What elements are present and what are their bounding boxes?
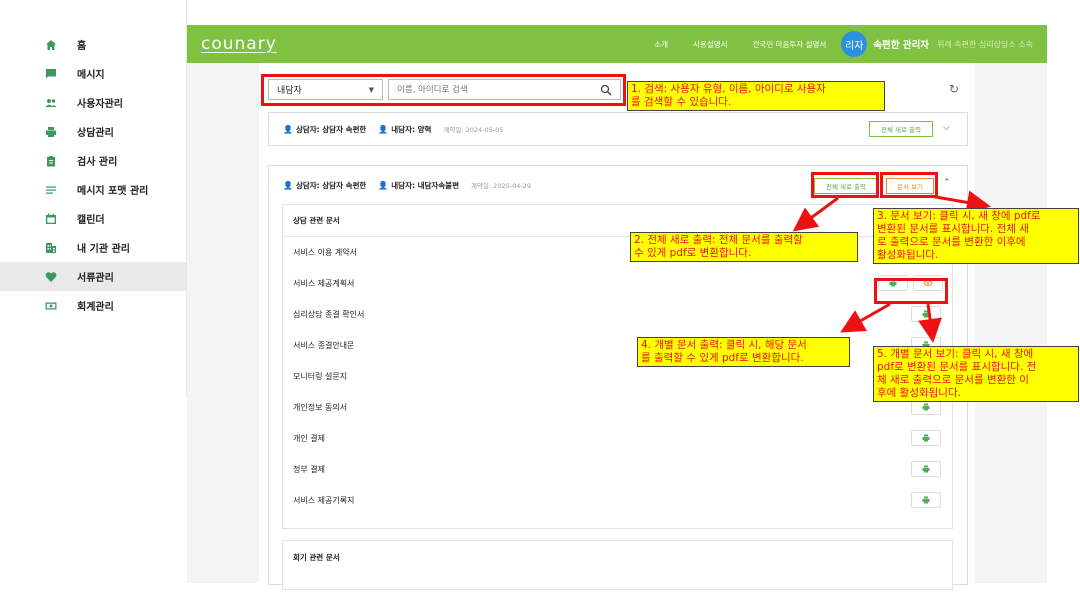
- document-name: 서비스 종결안내문: [293, 341, 355, 350]
- admin-name: 속편한 관리자: [873, 40, 930, 51]
- sidebar-item-tests[interactable]: 검사 관리: [0, 146, 186, 175]
- print-all-button[interactable]: 전체 새로 출력: [869, 121, 933, 137]
- contract-card-1: 👤 상담자: 상담자 속편한 👤 내담자: 양혁 계약일: 2024-05-05 전…: [268, 112, 968, 146]
- document-row: 개인정보 동의서: [283, 392, 952, 423]
- counselor-label: 👤 상담자: 상담자 속편한: [283, 180, 366, 191]
- document-row: 서비스 제공기록지: [283, 485, 952, 516]
- client-label: 👤 내담자: 양혁: [378, 124, 431, 135]
- person-icon: 👤: [378, 124, 389, 134]
- sidebar-item-message[interactable]: 메시지: [0, 59, 186, 88]
- avatar[interactable]: 리자: [841, 31, 868, 57]
- sidebar-item-label: 홈: [77, 41, 87, 52]
- sidebar-item-accounting[interactable]: 회계관리: [0, 291, 186, 320]
- session-documents-section: 회기 관련 문서: [282, 540, 953, 590]
- home-icon: [44, 38, 58, 52]
- document-row: 모니터링 설문지: [283, 361, 952, 392]
- sidebar-item-label: 사용자관리: [77, 99, 123, 110]
- highlight-print-all: [811, 172, 879, 198]
- sidebar-item-message-format[interactable]: 메시지 포맷 관리: [0, 175, 186, 204]
- chevron-down-icon[interactable]: ⌵: [943, 123, 950, 133]
- document-name: 심리상담 종결 확인서: [293, 310, 365, 319]
- clipboard-icon: [44, 154, 58, 168]
- document-row: 정부 결제: [283, 454, 952, 485]
- document-name: 서비스 제공기록지: [293, 496, 355, 505]
- document-row: 개인 결제: [283, 423, 952, 454]
- sidebar-item-label: 검사 관리: [77, 157, 118, 168]
- counselor-name: 상담자: 상담자 속편한: [295, 124, 367, 134]
- document-list: 서비스 이용 계약서서비스 제공계획서심리상담 종결 확인서서비스 종결안내문모…: [283, 237, 952, 516]
- sidebar-item-home[interactable]: 홈: [0, 30, 186, 59]
- document-row: 서비스 종결안내문: [283, 330, 952, 361]
- sidebar-item-label: 내 기관 관리: [77, 244, 130, 255]
- sidebar-item-label: 메시지 포맷 관리: [77, 186, 149, 197]
- document-name: 서비스 제공계획서: [293, 279, 355, 288]
- highlight-view-docs: [880, 172, 938, 198]
- sidebar-item-label: 서류관리: [77, 273, 114, 284]
- building-icon: [44, 241, 58, 255]
- document-name: 모니터링 설문지: [293, 372, 348, 381]
- money-icon: [44, 299, 58, 313]
- nav-link-manual[interactable]: 사용설명서: [693, 39, 728, 50]
- client-label: 👤 내담자: 내담자속불편: [378, 180, 459, 191]
- message-icon: [44, 67, 58, 81]
- list-icon: [44, 183, 58, 197]
- admin-org: 위례 속편한 심리상담소 소속: [937, 39, 1033, 49]
- sidebar-item-counseling[interactable]: 상담관리: [0, 117, 186, 146]
- calendar-icon: [44, 212, 58, 226]
- document-name: 정부 결제: [293, 465, 325, 474]
- top-header: counary 소개 사용설명서 전국민 마음투자 설명서 리자 속편한 관리자…: [187, 25, 1047, 63]
- chevron-up-icon[interactable]: ⌃: [943, 178, 951, 188]
- nav-link-mind-investment-guide[interactable]: 전국민 마음투자 설명서: [753, 39, 827, 50]
- document-name: 개인정보 동의서: [293, 403, 348, 412]
- highlight-search-area: [261, 74, 626, 106]
- document-print-button[interactable]: [911, 492, 941, 508]
- card-header[interactable]: 👤 상담자: 상담자 속편한 👤 내담자: 양혁 계약일: 2024-05-05 전…: [269, 113, 967, 145]
- top-nav: 소개 사용설명서 전국민 마음투자 설명서 리자 속편한 관리자 위례 속편한 …: [654, 25, 1047, 63]
- client-name: 내담자: 양혁: [391, 124, 432, 134]
- sidebar-item-label: 캘린더: [77, 215, 105, 226]
- print-icon: [44, 125, 58, 139]
- contract-date: 계약일: 2025-04-29: [470, 182, 531, 190]
- client-name: 내담자: 내담자속불편: [391, 180, 459, 190]
- annotation-view-docs: 3. 문서 보기: 클릭 시, 새 창에 pdf로 변환된 문서를 표시합니다.…: [873, 208, 1079, 264]
- sidebar: 홈 메시지 사용자관리 상담관리 검사 관리 메시지 포맷 관리 캘린더 내 기…: [0, 0, 187, 398]
- users-icon: [44, 96, 58, 110]
- sidebar-item-label: 상담관리: [77, 128, 114, 139]
- sidebar-item-calendar[interactable]: 캘린더: [0, 204, 186, 233]
- sidebar-item-label: 회계관리: [77, 302, 114, 313]
- sidebar-item-documents[interactable]: 서류관리: [0, 262, 186, 291]
- document-name: 개인 결제: [293, 434, 325, 443]
- sidebar-item-label: 메시지: [77, 70, 105, 81]
- annotation-row-view: 5. 개별 문서 보기: 클릭 시, 새 창에 pdf로 변환된 문서를 표시합…: [873, 346, 1079, 402]
- annotation-search: 1. 검색: 사용자 유형, 이름, 아이디로 사용자 를 검색할 수 있습니다…: [627, 81, 885, 111]
- counselor-label: 👤 상담자: 상담자 속편한: [283, 124, 366, 135]
- counselor-name: 상담자: 상담자 속편한: [295, 180, 367, 190]
- person-icon: 👤: [283, 180, 293, 190]
- refresh-icon[interactable]: ↻: [949, 82, 959, 96]
- document-print-button[interactable]: [911, 306, 941, 322]
- person-icon: 👤: [378, 180, 389, 190]
- logo[interactable]: counary: [201, 34, 277, 54]
- person-icon: 👤: [283, 124, 293, 134]
- section-title: 회기 관련 문서: [293, 552, 340, 562]
- document-row: 심리상담 종결 확인서: [283, 299, 952, 330]
- document-row: 서비스 제공계획서: [283, 268, 952, 299]
- app-root: 홈 메시지 사용자관리 상담관리 검사 관리 메시지 포맷 관리 캘린더 내 기…: [0, 0, 1080, 608]
- document-print-button[interactable]: [911, 461, 941, 477]
- sidebar-item-my-institution[interactable]: 내 기관 관리: [0, 233, 186, 262]
- contract-date: 계약일: 2024-05-05: [443, 126, 504, 134]
- document-name: 서비스 이용 계약서: [293, 248, 357, 257]
- annotation-row-print: 4. 개별 문서 출력: 클릭 시, 해당 문서 를 출력할 수 있게 pdf로…: [637, 337, 850, 367]
- nav-link-intro[interactable]: 소개: [654, 39, 668, 50]
- highlight-row-buttons: [874, 278, 948, 304]
- annotation-print-all: 2. 전체 새로 출력: 전체 문서를 출력할 수 있게 pdf로 변환합니다.: [630, 232, 858, 262]
- document-print-button[interactable]: [911, 430, 941, 446]
- heart-icon: [44, 270, 58, 284]
- sidebar-item-users[interactable]: 사용자관리: [0, 88, 186, 117]
